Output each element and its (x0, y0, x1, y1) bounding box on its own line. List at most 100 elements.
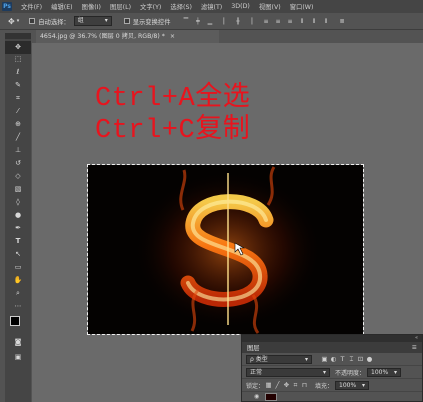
zoom-icon[interactable]: ⌕ (5, 287, 31, 300)
filter-pixel-icon[interactable]: ▣ (320, 355, 329, 363)
blur-icon[interactable]: ◊ (5, 196, 31, 209)
align-hcenter-icon[interactable]: ╫ (234, 18, 241, 25)
foreground-color-swatch[interactable] (10, 316, 20, 326)
eraser-icon[interactable]: ◇ (5, 170, 31, 183)
layer-filter-dropdown[interactable]: ρ 类型 ▾ (246, 354, 312, 364)
menu-window[interactable]: 窗口(W) (290, 2, 314, 11)
filter-smart-object-icon[interactable]: ⊡ (356, 355, 365, 363)
lock-all-icon[interactable]: ⊓ (300, 381, 309, 389)
quick-mask-icon[interactable]: ◙ (5, 336, 31, 349)
menu-select[interactable]: 选择(S) (170, 2, 192, 11)
move-tool-preset-icon[interactable]: ✥ (8, 17, 15, 26)
opacity-value: 100% (371, 368, 389, 376)
layers-panel-tabs: 图层 ≡ (242, 342, 422, 353)
filter-adjustment-icon[interactable]: ◐ (329, 355, 338, 363)
menu-file[interactable]: 文件(F) (21, 2, 42, 11)
crop-icon[interactable]: ⌗ (5, 92, 31, 105)
menu-view[interactable]: 视图(V) (259, 2, 281, 11)
show-transform-label: 显示变换控件 (132, 18, 171, 26)
dodge-icon[interactable]: ● (5, 209, 31, 222)
document-image[interactable] (88, 165, 363, 334)
panel-menu-icon[interactable]: ≡ (412, 344, 417, 351)
menu-bar: Ps 文件(F) 编辑(E) 图像(I) 图层(L) 文字(Y) 选择(S) 滤… (0, 0, 423, 13)
fill-value: 100% (339, 381, 357, 389)
tab-layers[interactable]: 图层 (247, 343, 260, 352)
auto-select-dropdown[interactable]: 组 ▾ (73, 16, 112, 26)
rectangle-icon[interactable]: ▭ (5, 261, 31, 274)
hand-icon[interactable]: ✋ (5, 274, 31, 287)
eyedropper-icon[interactable]: ⁄ (5, 105, 31, 118)
layer-visibility-icon[interactable]: ◉ (254, 393, 259, 400)
stamp-icon[interactable]: ⊥ (5, 144, 31, 157)
auto-select-checkbox[interactable] (29, 18, 36, 24)
chevron-down-icon[interactable]: ▾ (17, 18, 20, 24)
chevron-down-icon: ▾ (104, 17, 108, 24)
distribute-top-icon[interactable]: ≡ (262, 18, 269, 25)
more-tools-icon[interactable]: ⋯ (5, 300, 31, 313)
chevron-down-icon: ▾ (304, 355, 308, 363)
menu-image[interactable]: 图像(I) (82, 2, 101, 11)
lock-transparent-icon[interactable]: ▦ (264, 381, 273, 389)
history-brush-icon[interactable]: ↺ (5, 157, 31, 170)
close-icon[interactable]: × (170, 33, 175, 40)
show-transform-checkbox[interactable] (123, 18, 130, 24)
quick-select-icon[interactable]: ✎ (5, 79, 31, 92)
layer-thumbnail (265, 392, 278, 401)
opacity-input[interactable]: 100% ▾ (367, 367, 402, 377)
chevron-down-icon: ▾ (394, 368, 398, 376)
caption-line-2: Ctrl+C复制 (95, 116, 251, 146)
lock-fill-row: 锁定： ▦ ╱ ✥ ⌗ ⊓ 填充： 100% ▾ (242, 379, 422, 392)
menu-layer[interactable]: 图层(L) (110, 2, 131, 11)
lock-pixels-icon[interactable]: ╱ (273, 381, 282, 389)
chevron-down-icon: ▾ (362, 381, 366, 389)
filter-shape-icon[interactable]: ⌶ (347, 355, 356, 364)
align-top-icon[interactable]: ▔ (182, 18, 189, 25)
fill-label: 填充： (315, 382, 334, 390)
distribute-vcenter-icon[interactable]: ≡ (274, 18, 281, 25)
photoshop-logo: Ps (2, 2, 12, 11)
auto-select-value: 组 (77, 17, 84, 24)
opacity-label: 不透明度： (335, 369, 366, 377)
blend-mode-value: 正常 (250, 368, 263, 376)
layer-row[interactable]: ◉ (242, 392, 422, 401)
distribute-bottom-icon[interactable]: ≡ (286, 18, 293, 25)
chevron-down-icon: ▾ (322, 368, 326, 376)
blend-mode-dropdown[interactable]: 正常 ▾ (246, 367, 330, 377)
path-select-icon[interactable]: ↖ (5, 248, 31, 261)
pen-icon[interactable]: ✒ (5, 222, 31, 235)
menu-type[interactable]: 文字(Y) (140, 2, 161, 11)
distribute-left-icon[interactable]: ⫴ (298, 18, 305, 25)
distribute-spacing-icon[interactable]: ≣ (338, 18, 345, 25)
healing-icon[interactable]: ⊕ (5, 118, 31, 131)
filter-type-icon[interactable]: T (338, 355, 347, 363)
tools-panel-header (5, 33, 31, 39)
panel-collapse-icon[interactable]: « (415, 335, 418, 342)
align-bottom-icon[interactable]: ▁ (206, 18, 213, 25)
gradient-icon[interactable]: ▧ (5, 183, 31, 196)
align-right-icon[interactable]: ▕ (246, 18, 253, 25)
document-tab[interactable]: 4654.jpg @ 36.7% (图层 0 拷贝, RGB/8) * × (36, 30, 219, 43)
lasso-icon[interactable]: ℓ (5, 66, 31, 79)
layer-filter-row: ρ 类型 ▾ ▣ ◐ T ⌶ ⊡ ● (242, 353, 422, 366)
auto-select-label: 自动选择： (38, 18, 70, 26)
distribute-hcenter-icon[interactable]: ⫴ (310, 18, 317, 25)
lock-label: 锁定： (246, 382, 265, 390)
fill-input[interactable]: 100% ▾ (335, 380, 370, 390)
align-left-icon[interactable]: ▏ (222, 18, 229, 25)
menu-3d[interactable]: 3D(D) (231, 3, 250, 10)
tools-panel: ✥ ⬚ ℓ ✎ ⌗ ⁄ ⊕ ╱ ⊥ ↺ ◇ ▧ ◊ ● ✒ T ↖ ▭ ✋ ⌕ … (5, 33, 31, 402)
document-tab-title: 4654.jpg @ 36.7% (图层 0 拷贝, RGB/8) * (40, 33, 165, 40)
menu-edit[interactable]: 编辑(E) (51, 2, 73, 11)
options-bar: ✥ ▾ 自动选择： 组 ▾ 显示变换控件 ▔ ╪ ▁ ▏ ╫ ▕ ≡ ≡ ≡ ⫴… (0, 13, 423, 30)
lock-position-icon[interactable]: ✥ (282, 381, 291, 389)
brush-icon[interactable]: ╱ (5, 131, 31, 144)
distribute-right-icon[interactable]: ⫴ (322, 18, 329, 25)
lock-artboard-icon[interactable]: ⌗ (291, 381, 300, 390)
align-vcenter-icon[interactable]: ╪ (194, 18, 201, 25)
type-icon[interactable]: T (5, 235, 31, 248)
screen-mode-icon[interactable]: ▣ (5, 351, 31, 364)
layers-panel-header: « (242, 335, 422, 342)
marquee-icon[interactable]: ⬚ (5, 53, 31, 66)
filter-toggle-icon[interactable]: ● (365, 355, 374, 363)
menu-filter[interactable]: 滤镜(T) (201, 2, 222, 11)
